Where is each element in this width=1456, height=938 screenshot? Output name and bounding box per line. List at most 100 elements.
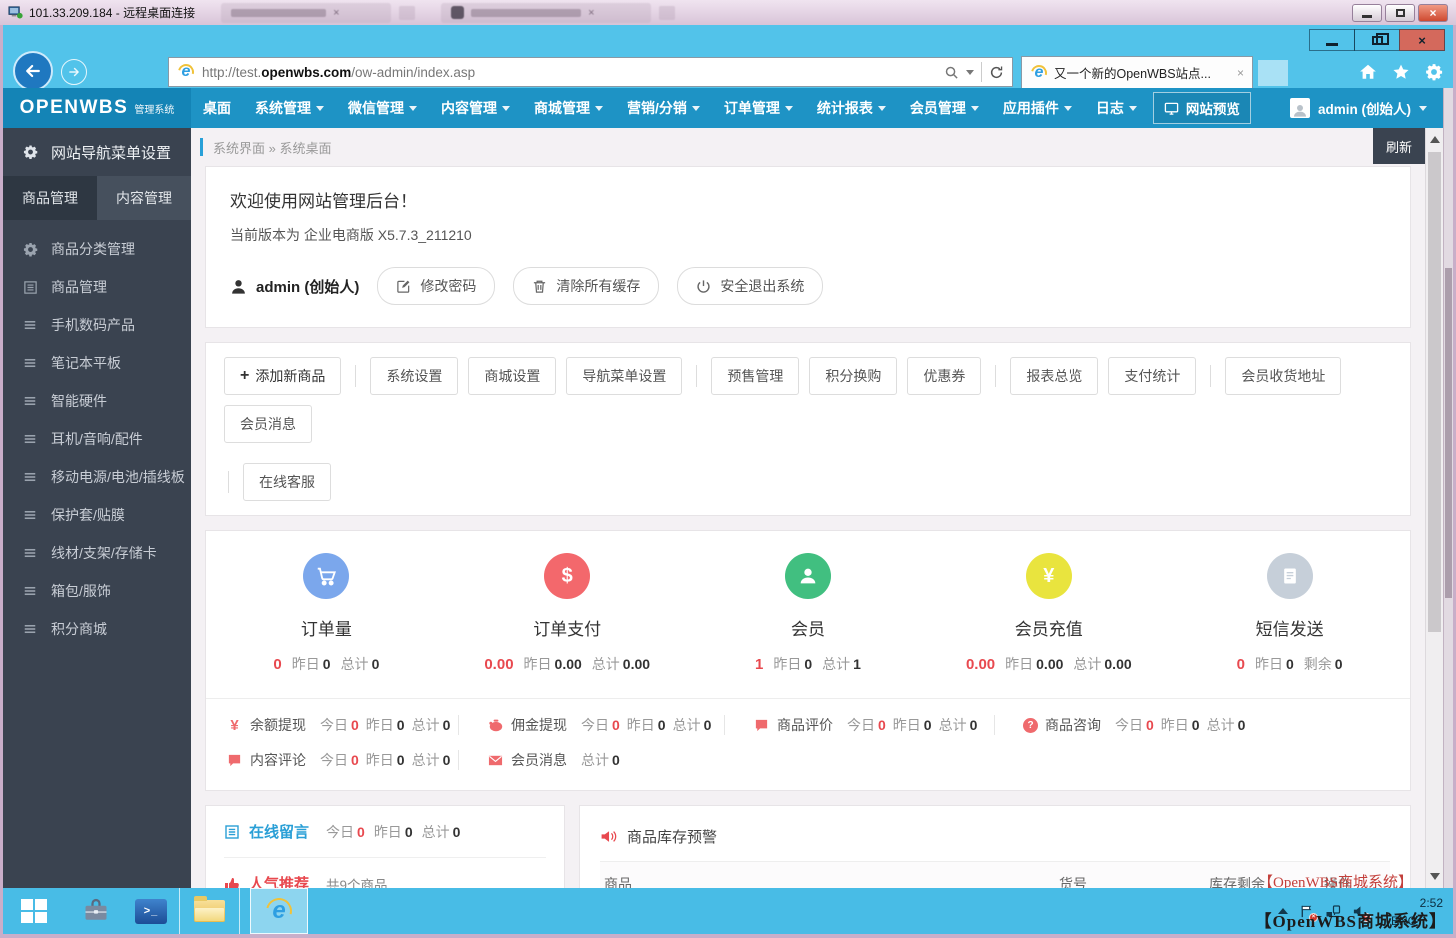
change-password-button[interactable]: 修改密码 <box>377 267 496 305</box>
sidebar-item-product-management[interactable]: 商品管理 <box>3 268 191 306</box>
nav-item-members[interactable]: 会员管理 <box>898 88 991 128</box>
comment-icon <box>753 718 770 733</box>
url-text[interactable]: http://test.openwbs.com/ow-admin/index.a… <box>202 65 944 80</box>
divider <box>696 365 698 387</box>
mall-settings-button[interactable]: 商城设置 <box>468 357 557 395</box>
nav-item-marketing[interactable]: 营销/分销 <box>615 88 712 128</box>
stat-member-recharge: ¥ 会员充值 0.00 昨日 0.00 总计 0.00 <box>928 553 1169 674</box>
nav-item-wechat[interactable]: 微信管理 <box>336 88 429 128</box>
nav-item-mall[interactable]: 商城管理 <box>522 88 615 128</box>
points-redeem-button[interactable]: 积分换购 <box>809 357 898 395</box>
server-manager-icon[interactable] <box>81 897 111 925</box>
nav-item-logs[interactable]: 日志 <box>1084 88 1149 128</box>
powershell-icon[interactable]: >_ <box>135 898 167 924</box>
new-tab-button[interactable] <box>1258 60 1288 86</box>
nav-item-content[interactable]: 内容管理 <box>429 88 522 128</box>
close-icon: × <box>333 6 340 19</box>
stock-warning-header: 商品库存预警 <box>600 820 1390 861</box>
stats-card: 订单量 0 昨日 0 总计 0 $ 订单支付 0.00 昨日 0.00 总计 0… <box>205 530 1411 791</box>
breadcrumb: 系统界面 » 系统桌面 <box>213 140 332 156</box>
system-settings-button[interactable]: 系统设置 <box>370 357 459 395</box>
chevron-down-icon[interactable] <box>966 69 974 75</box>
sidebar-item-cables-stands-storage[interactable]: 线材/支架/存储卡 <box>3 534 191 572</box>
refresh-icon[interactable] <box>989 65 1004 80</box>
sidebar-item-laptops-tablets[interactable]: 笔记本平板 <box>3 344 191 382</box>
mini-stat-member-messages: 会员消息 总计 0 <box>458 750 724 770</box>
sidebar-item-phones-digital[interactable]: 手机数码产品 <box>3 306 191 344</box>
nav-item-desktop[interactable]: 桌面 <box>191 88 243 128</box>
nav-item-orders[interactable]: 订单管理 <box>712 88 805 128</box>
file-explorer-icon[interactable] <box>179 888 240 934</box>
nav-item-reports[interactable]: 统计报表 <box>805 88 898 128</box>
logout-button[interactable]: 安全退出系统 <box>677 267 824 305</box>
trash-icon <box>534 280 546 293</box>
sidebar-header-nav-menu-settings[interactable]: 网站导航菜单设置 <box>3 128 191 176</box>
add-product-button[interactable]: + 添加新商品 <box>224 357 342 395</box>
rdp-window-controls: × <box>1352 3 1448 22</box>
start-button[interactable] <box>21 899 47 923</box>
breadcrumb-bar: 系统界面 » 系统桌面 刷新 <box>191 128 1443 166</box>
sidebar-item-points-mall[interactable]: 积分商城 <box>3 610 191 648</box>
sidebar-item-bags-apparel[interactable]: 箱包/服饰 <box>3 572 191 610</box>
report-overview-button[interactable]: 报表总览 <box>1010 357 1099 395</box>
sidebar-item-powerbank-battery[interactable]: 移动电源/电池/插线板 <box>3 458 191 496</box>
coupon-button[interactable]: 优惠券 <box>907 357 982 395</box>
chevron-down-icon <box>1128 105 1137 111</box>
quick-links-card: + 添加新商品 系统设置 商城设置 导航菜单设置 预售管理 积分换购 优惠券 报表… <box>205 342 1411 516</box>
member-address-button[interactable]: 会员收货地址 <box>1225 357 1342 395</box>
presale-button[interactable]: 预售管理 <box>711 357 800 395</box>
nav-menu-settings-button[interactable]: 导航菜单设置 <box>566 357 683 395</box>
maximize-button[interactable] <box>1385 3 1415 22</box>
forward-button[interactable] <box>61 59 87 85</box>
close-tab-icon[interactable]: × <box>1237 66 1244 80</box>
page-scrollbar[interactable] <box>1425 128 1443 888</box>
ie-toolbar-icons <box>1359 63 1443 81</box>
online-message-row[interactable]: 在线留言 今日 0 昨日 0 总计 0 <box>224 806 546 858</box>
payment-stats-button[interactable]: 支付统计 <box>1108 357 1197 395</box>
scroll-up-arrow-icon[interactable] <box>1430 136 1440 143</box>
refresh-button[interactable]: 刷新 <box>1373 128 1425 164</box>
popular-recommend-row[interactable]: 人气推荐 共9个商品 <box>224 858 546 888</box>
clear-cache-button[interactable]: 清除所有缓存 <box>513 267 660 305</box>
user-menu[interactable]: admin (创始人) <box>1290 98 1427 118</box>
menu-icon <box>23 584 38 598</box>
close-button[interactable]: × <box>1418 3 1448 22</box>
sidebar-item-smart-hardware[interactable]: 智能硬件 <box>3 382 191 420</box>
address-bar[interactable]: e http://test.openwbs.com/ow-admin/index… <box>168 57 1013 87</box>
window-scrollbar[interactable] <box>1443 88 1453 888</box>
summary-panel-card: 在线留言 今日 0 昨日 0 总计 0 人气推荐 共9个商品 <box>205 805 565 888</box>
question-icon: ? <box>1023 717 1038 733</box>
comment-icon <box>226 753 243 768</box>
divider <box>355 365 357 387</box>
back-button[interactable] <box>13 51 53 91</box>
mini-stat-content-comments: 内容评论 今日 0 昨日 0 总计 0 <box>206 750 458 770</box>
sidebar-item-product-category[interactable]: 商品分类管理 <box>3 230 191 268</box>
scrollbar-thumb[interactable] <box>1428 152 1441 632</box>
member-message-button[interactable]: 会员消息 <box>224 405 312 443</box>
tab-content-management[interactable]: 内容管理 <box>97 176 191 220</box>
new-tab-stub <box>399 5 416 20</box>
browser-tab[interactable]: e 又一个新的OpenWBS站点... × <box>1021 56 1253 89</box>
search-icon[interactable] <box>944 65 959 80</box>
gear-icon[interactable] <box>1425 63 1443 81</box>
star-icon[interactable] <box>1392 63 1410 81</box>
close-button[interactable]: × <box>1399 29 1445 51</box>
online-service-button[interactable]: 在线客服 <box>243 463 331 501</box>
nav-item-plugins[interactable]: 应用插件 <box>991 88 1084 128</box>
sidebar-item-cases-films[interactable]: 保护套/贴膜 <box>3 496 191 534</box>
internet-explorer-icon[interactable]: e <box>250 888 308 934</box>
arrow-right-icon <box>69 67 79 77</box>
sidebar-item-headphones-audio[interactable]: 耳机/音响/配件 <box>3 420 191 458</box>
tab-product-management[interactable]: 商品管理 <box>3 176 97 220</box>
home-icon[interactable] <box>1359 63 1377 81</box>
background-browser-tab: × <box>221 2 392 23</box>
scrollbar-thumb[interactable] <box>1445 268 1452 598</box>
scroll-down-arrow-icon[interactable] <box>1430 873 1440 880</box>
minimize-button[interactable] <box>1352 3 1382 22</box>
nav-item-system[interactable]: 系统管理 <box>243 88 336 128</box>
site-preview-button[interactable]: 网站预览 <box>1152 92 1251 124</box>
divider <box>1210 365 1212 387</box>
minimize-button[interactable] <box>1309 29 1355 51</box>
yen-icon: ¥ <box>230 716 239 734</box>
restore-button[interactable] <box>1354 29 1400 51</box>
